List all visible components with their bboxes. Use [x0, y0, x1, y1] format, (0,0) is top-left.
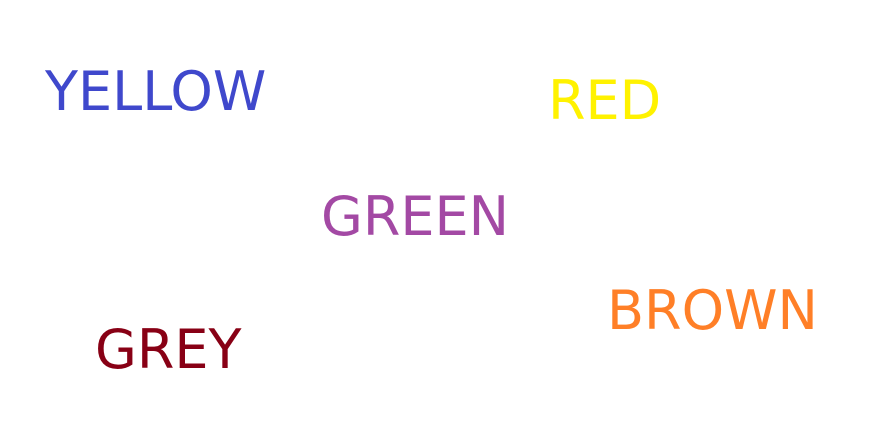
stroop-canvas: YELLOW RED GREEN BROWN GREY	[0, 0, 891, 436]
color-word-red: RED	[548, 69, 662, 132]
color-word-green: GREEN	[321, 185, 509, 248]
color-word-yellow: YELLOW	[45, 60, 267, 123]
color-word-grey: GREY	[95, 318, 242, 381]
color-word-brown: BROWN	[607, 279, 818, 342]
